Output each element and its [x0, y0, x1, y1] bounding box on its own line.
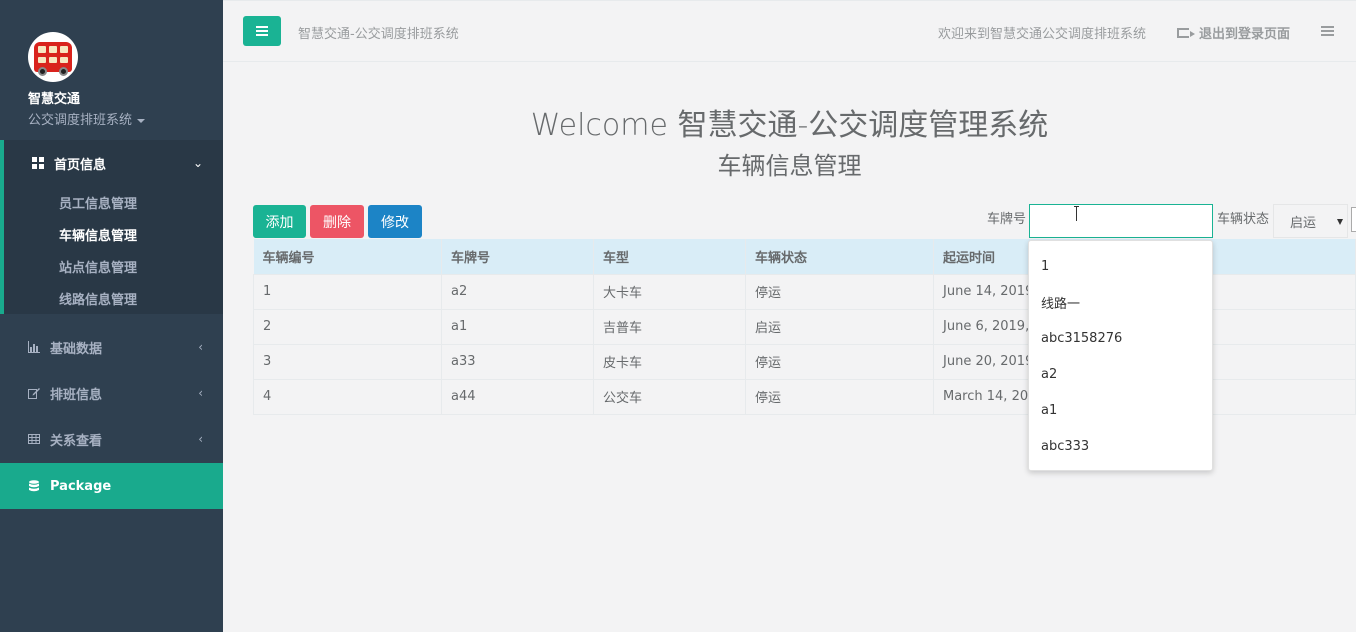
- welcome-message: 欢迎来到智慧交通公交调度排班系统: [937, 27, 1146, 42]
- add-button[interactable]: 添加: [253, 205, 306, 238]
- cell: 启运: [745, 308, 934, 344]
- autocomplete-option[interactable]: abc333: [1029, 428, 1212, 464]
- caret-down-icon: [1337, 219, 1343, 225]
- delete-button[interactable]: 删除: [310, 205, 364, 238]
- chevron-left-icon: ‹: [198, 386, 203, 400]
- cell: a33: [441, 343, 594, 379]
- logout-label: 退出到登录页面: [1198, 27, 1290, 42]
- page-title: Welcome 智慧交通-公交调度管理系统: [530, 108, 1049, 143]
- autocomplete-option[interactable]: a2: [1029, 356, 1212, 392]
- plate-label: 车牌号: [987, 212, 1027, 227]
- chevron-left-icon: ‹: [198, 432, 203, 446]
- profile: 智慧交通 公交调度排班系统: [0, 0, 223, 140]
- list-icon[interactable]: [1321, 26, 1334, 36]
- text-cursor-icon: [1074, 206, 1082, 221]
- cell: 1: [253, 273, 442, 309]
- autocomplete-option[interactable]: a1: [1029, 392, 1212, 428]
- sub-item-route[interactable]: 线路信息管理: [4, 282, 223, 314]
- sign-out-icon: [1176, 27, 1195, 38]
- page-subtitle: 车辆信息管理: [717, 152, 862, 180]
- cell: 停运: [745, 273, 934, 309]
- topbar: 智慧交通-公交调度排班系统 欢迎来到智慧交通公交调度排班系统 退出到登录页面: [223, 0, 1356, 62]
- chevron-left-icon: ‹: [198, 340, 203, 354]
- logout-link[interactable]: 退出到登录页面: [1176, 23, 1290, 42]
- sub-item-station[interactable]: 站点信息管理: [4, 250, 223, 282]
- col-type[interactable]: 车型: [593, 239, 746, 274]
- chevron-down-icon: ⌄: [192, 156, 203, 170]
- bars-icon: [256, 30, 268, 32]
- bar-chart-icon: [28, 341, 40, 353]
- menu-toggle-button[interactable]: [243, 16, 281, 46]
- nav-item-schedule-label: 排班信息: [50, 387, 103, 403]
- plate-input[interactable]: [1029, 204, 1213, 238]
- bus-avatar-icon: [28, 32, 78, 82]
- cell: 皮卡车: [593, 343, 746, 379]
- cell: 大卡车: [593, 273, 746, 309]
- cell: 停运: [745, 343, 934, 379]
- status-label: 车辆状态: [1217, 212, 1270, 227]
- th-large-icon: [32, 157, 44, 169]
- caret-down-icon: [137, 118, 146, 123]
- top-title: 智慧交通-公交调度排班系统: [298, 27, 459, 42]
- sub-item-vehicle[interactable]: 车辆信息管理: [4, 218, 223, 250]
- nav-item-schedule[interactable]: 排班信息 ‹: [0, 370, 223, 416]
- nav-group-home: 首页信息 ⌄ 员工信息管理 车辆信息管理 站点信息管理 线路信息管理: [0, 140, 223, 314]
- nav-item-package[interactable]: Package: [0, 463, 223, 509]
- autocomplete-option[interactable]: 1: [1029, 248, 1212, 284]
- nav-item-home-label: 首页信息: [54, 157, 107, 173]
- page-header: Welcome 智慧交通-公交调度管理系统 车辆信息管理: [223, 62, 1356, 204]
- search-button-edge[interactable]: [1351, 207, 1356, 232]
- nav-item-basic[interactable]: 基础数据 ‹: [0, 324, 223, 370]
- nav-item-package-label: Package: [50, 478, 112, 494]
- cell: 4: [253, 378, 442, 415]
- col-vehicle-id[interactable]: 车辆编号: [253, 239, 442, 274]
- col-plate[interactable]: 车牌号: [441, 239, 594, 274]
- nav-item-basic-label: 基础数据: [50, 341, 103, 357]
- edit-icon: [28, 388, 40, 399]
- cell: a2: [441, 273, 594, 309]
- cell: 公交车: [593, 378, 746, 415]
- cell: 3: [253, 343, 442, 379]
- nav-item-relation-label: 关系查看: [50, 433, 103, 449]
- plate-autocomplete-dropdown: 1 线路一 abc3158276 a2 a1 abc333: [1028, 240, 1213, 471]
- sidebar: 智慧交通 公交调度排班系统 首页信息 ⌄ 员工信息管理 车辆信息管理 站点信息管…: [0, 0, 223, 632]
- status-select[interactable]: 启运: [1273, 204, 1348, 238]
- cell: a1: [441, 308, 594, 344]
- status-select-value: 启运: [1290, 215, 1317, 231]
- database-icon: [29, 480, 39, 492]
- profile-subtitle: 公交调度排班系统: [28, 113, 133, 128]
- cell: 2: [253, 308, 442, 344]
- sub-item-employee[interactable]: 员工信息管理: [4, 186, 223, 218]
- autocomplete-option[interactable]: abc3158276: [1029, 320, 1212, 356]
- nav-item-relation[interactable]: 关系查看 ‹: [0, 416, 223, 462]
- profile-name: 智慧交通: [28, 92, 81, 107]
- autocomplete-option[interactable]: 线路一: [1029, 284, 1212, 320]
- edit-button[interactable]: 修改: [368, 205, 422, 238]
- table-icon: [28, 434, 40, 444]
- col-status[interactable]: 车辆状态: [745, 239, 934, 274]
- cell: a44: [441, 378, 594, 415]
- cell: 吉普车: [593, 308, 746, 344]
- profile-dropdown[interactable]: 公交调度排班系统: [28, 109, 223, 128]
- cell: 停运: [745, 378, 934, 415]
- nav-item-home[interactable]: 首页信息 ⌄: [4, 140, 223, 186]
